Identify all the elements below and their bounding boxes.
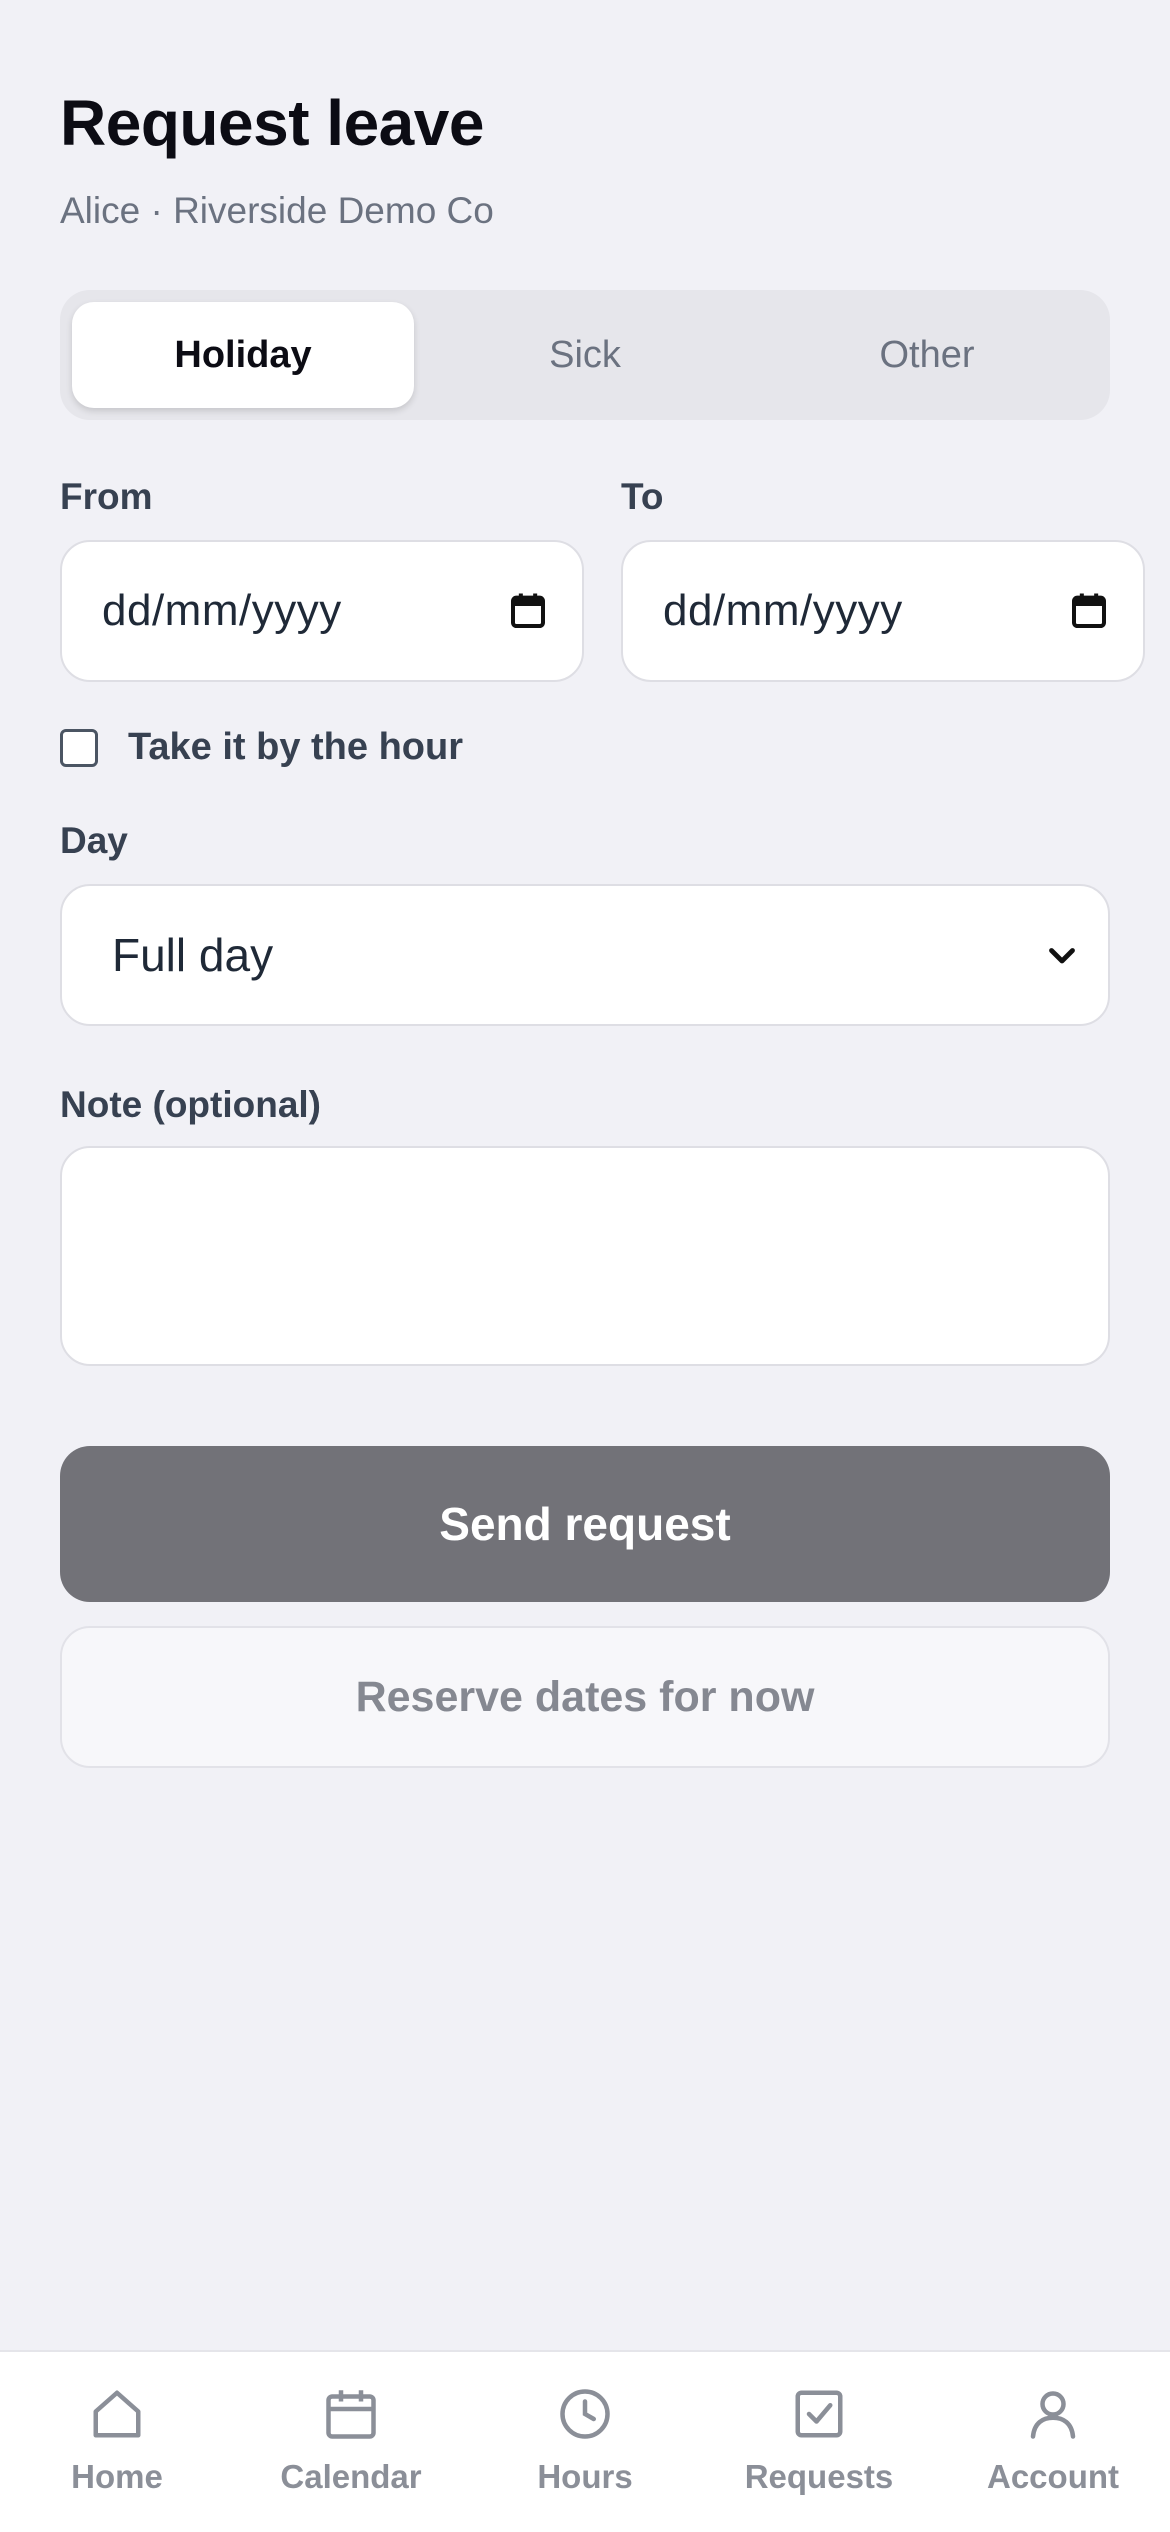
segment-sick[interactable]: Sick: [414, 302, 756, 408]
day-select[interactable]: Full day: [60, 884, 1110, 1026]
page-title: Request leave: [60, 87, 484, 159]
clock-icon: [560, 2389, 610, 2439]
calendar-icon: [326, 2390, 376, 2439]
note-textarea[interactable]: [60, 1146, 1110, 1366]
tab-hours-label: Hours: [537, 2458, 633, 2495]
request-leave-screen: Request leave Alice · Riverside Demo Co …: [0, 0, 1170, 2532]
leave-type-segmented-control: Holiday Sick Other: [60, 290, 1110, 420]
person-icon: [1030, 2391, 1076, 2439]
tab-requests-label: Requests: [744, 2458, 894, 2495]
calendar-picker-icon[interactable]: [508, 590, 548, 632]
chevron-down-icon: [1049, 948, 1075, 964]
send-request-button[interactable]: Send request: [60, 1446, 1110, 1602]
from-date-input[interactable]: dd/mm/yyyy: [60, 540, 584, 682]
day-label: Day: [60, 820, 128, 861]
tab-hours[interactable]: Hours: [468, 2352, 702, 2532]
by-hour-checkbox[interactable]: [60, 728, 98, 767]
segment-holiday[interactable]: Holiday: [72, 302, 414, 408]
by-hour-label[interactable]: Take it by the hour: [128, 726, 463, 769]
from-date-placeholder: dd/mm/yyyy: [102, 586, 342, 635]
to-date-input[interactable]: dd/mm/yyyy: [621, 540, 1145, 682]
page-subtitle: Alice · Riverside Demo Co: [60, 190, 494, 231]
note-label: Note (optional): [60, 1084, 322, 1125]
calendar-picker-icon[interactable]: [1069, 590, 1109, 632]
to-label: To: [621, 476, 664, 517]
tab-home[interactable]: Home: [0, 2352, 234, 2532]
check-square-icon: [795, 2390, 843, 2438]
by-hour-row: Take it by the hour: [60, 726, 463, 769]
tab-calendar[interactable]: Calendar: [234, 2352, 468, 2532]
from-label: From: [60, 476, 153, 517]
bottom-tab-bar: Home Calendar Hours Requests Account: [0, 2350, 1170, 2532]
segment-other[interactable]: Other: [756, 302, 1098, 408]
tab-account[interactable]: Account: [936, 2352, 1170, 2532]
tab-requests[interactable]: Requests: [702, 2352, 936, 2532]
to-date-placeholder: dd/mm/yyyy: [663, 586, 903, 635]
home-icon: [93, 2390, 141, 2438]
day-select-value: Full day: [112, 929, 274, 981]
tab-home-label: Home: [71, 2458, 163, 2495]
reserve-dates-button[interactable]: Reserve dates for now: [60, 1626, 1110, 1768]
tab-account-label: Account: [987, 2458, 1119, 2495]
tab-calendar-label: Calendar: [280, 2458, 422, 2495]
